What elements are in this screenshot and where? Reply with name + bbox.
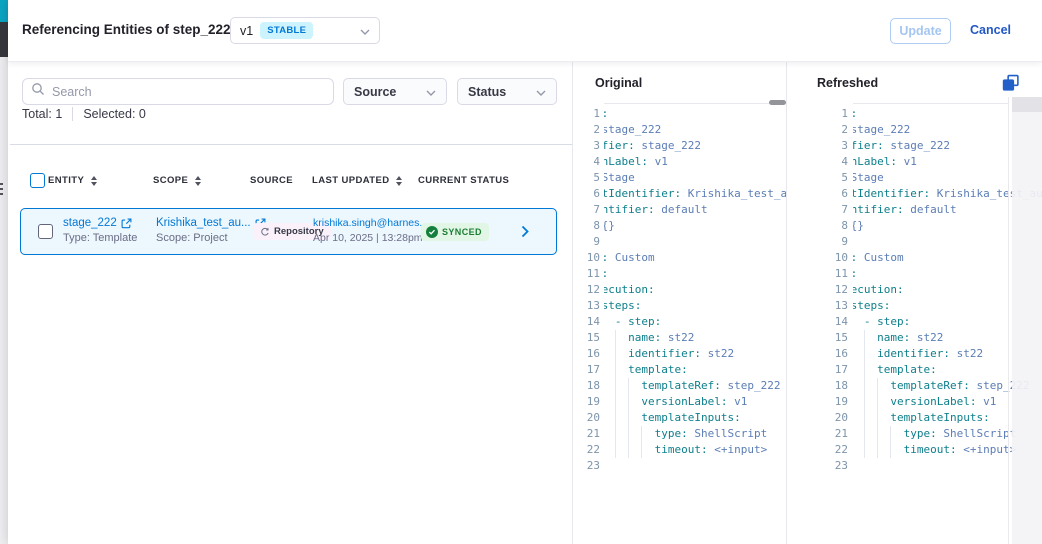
column-header-scope: SCOPE: [153, 175, 201, 186]
entity-name-link[interactable]: stage_222: [63, 217, 137, 229]
cancel-button[interactable]: Cancel: [970, 23, 1011, 37]
updated-by-link[interactable]: krishika.singh@harnes...: [313, 217, 428, 229]
page-title: Referencing Entities of step_222: [22, 22, 231, 37]
section-divider: [10, 144, 572, 145]
background-page-toolbar-strip: [0, 22, 8, 57]
vertical-scrollbar-track[interactable]: [1012, 97, 1042, 544]
external-link-icon: [121, 218, 132, 229]
source-filter-select[interactable]: Source: [343, 78, 447, 105]
update-button[interactable]: Update: [890, 18, 951, 44]
referencing-entities-drawer: Referencing Entities of step_222 v1 STAB…: [8, 0, 1042, 544]
sort-icon[interactable]: [396, 176, 402, 186]
last-updated-cell: krishika.singh@harnes... Apr 10, 2025 | …: [313, 217, 428, 244]
select-all-checkbox[interactable]: [30, 173, 45, 188]
row-checkbox[interactable]: [38, 224, 53, 239]
selected-count: Selected: 0: [83, 107, 146, 121]
row-chevron-icon[interactable]: [521, 225, 529, 243]
search-input[interactable]: [52, 85, 325, 99]
section-vertical-divider: [572, 62, 573, 544]
column-header-current-status: CURRENT STATUS: [418, 175, 509, 186]
dialog-header: Referencing Entities of step_222 v1 STAB…: [8, 0, 1042, 62]
sort-icon[interactable]: [91, 176, 97, 186]
entity-cell: stage_222 Type: Template: [63, 217, 137, 244]
chevron-down-icon: [536, 83, 546, 101]
diff-panels-divider: [786, 62, 787, 544]
scope-sub: Scope: Project: [156, 232, 266, 244]
refreshed-panel-edge: [1008, 97, 1009, 544]
background-menu-sliver: [0, 188, 3, 190]
check-circle-icon: [426, 226, 438, 238]
scope-name-link[interactable]: Krishika_test_au...: [156, 217, 266, 229]
table-row[interactable]: stage_222 Type: Template Krishika_test_a…: [20, 208, 557, 255]
background-page-strip: [0, 0, 8, 544]
sort-icon[interactable]: [195, 176, 201, 186]
version-select[interactable]: v1 STABLE: [230, 17, 380, 44]
version-label: v1: [240, 24, 253, 38]
status-filter-label: Status: [468, 85, 506, 99]
entities-table-header: ENTITY SCOPE SOURCE LAST UPDATED CURRENT…: [8, 170, 572, 196]
column-header-entity: ENTITY: [48, 175, 97, 186]
column-header-source: SOURCE: [250, 175, 293, 186]
chevron-down-icon: [360, 22, 370, 40]
vertical-scrollbar-thumb[interactable]: [1012, 97, 1042, 112]
background-page-header-strip: [0, 0, 8, 22]
scope-cell: Krishika_test_au... Scope: Project: [156, 217, 266, 244]
refreshed-line-numbers: 1234567891011121314151617181920212223: [822, 106, 848, 474]
refreshed-panel-title: Refreshed: [817, 76, 878, 90]
version-status-badge: STABLE: [260, 22, 313, 39]
repository-icon: [260, 227, 270, 237]
original-line-numbers: 1234567891011121314151617181920212223: [576, 106, 600, 474]
original-hscrollbar-track[interactable]: [604, 103, 786, 104]
summary-divider: [72, 107, 73, 121]
chevron-down-icon: [426, 83, 436, 101]
updated-at: Apr 10, 2025 | 13:28pm: [313, 232, 428, 244]
column-header-last-updated: LAST UPDATED: [312, 175, 402, 186]
total-count: Total: 1: [22, 107, 62, 121]
results-summary: Total: 1 Selected: 0: [22, 107, 146, 121]
original-code-content[interactable]: template: name: stage_222 identifier: st…: [604, 106, 786, 474]
entity-type: Type: Template: [63, 232, 137, 244]
source-filter-label: Source: [354, 85, 396, 99]
refreshed-hscrollbar-track[interactable]: [853, 103, 1008, 104]
original-panel-title: Original: [595, 76, 642, 90]
copy-icon[interactable]: [1002, 74, 1022, 94]
original-hscrollbar-thumb[interactable]: [769, 100, 786, 105]
background-menu-sliver: [0, 183, 3, 185]
screen: Referencing Entities of step_222 v1 STAB…: [0, 0, 1042, 544]
search-icon: [31, 82, 45, 101]
status-badge: SYNCED: [421, 223, 489, 241]
status-filter-select[interactable]: Status: [457, 78, 557, 105]
search-input-wrapper: [22, 78, 334, 105]
background-menu-sliver: [0, 193, 3, 195]
